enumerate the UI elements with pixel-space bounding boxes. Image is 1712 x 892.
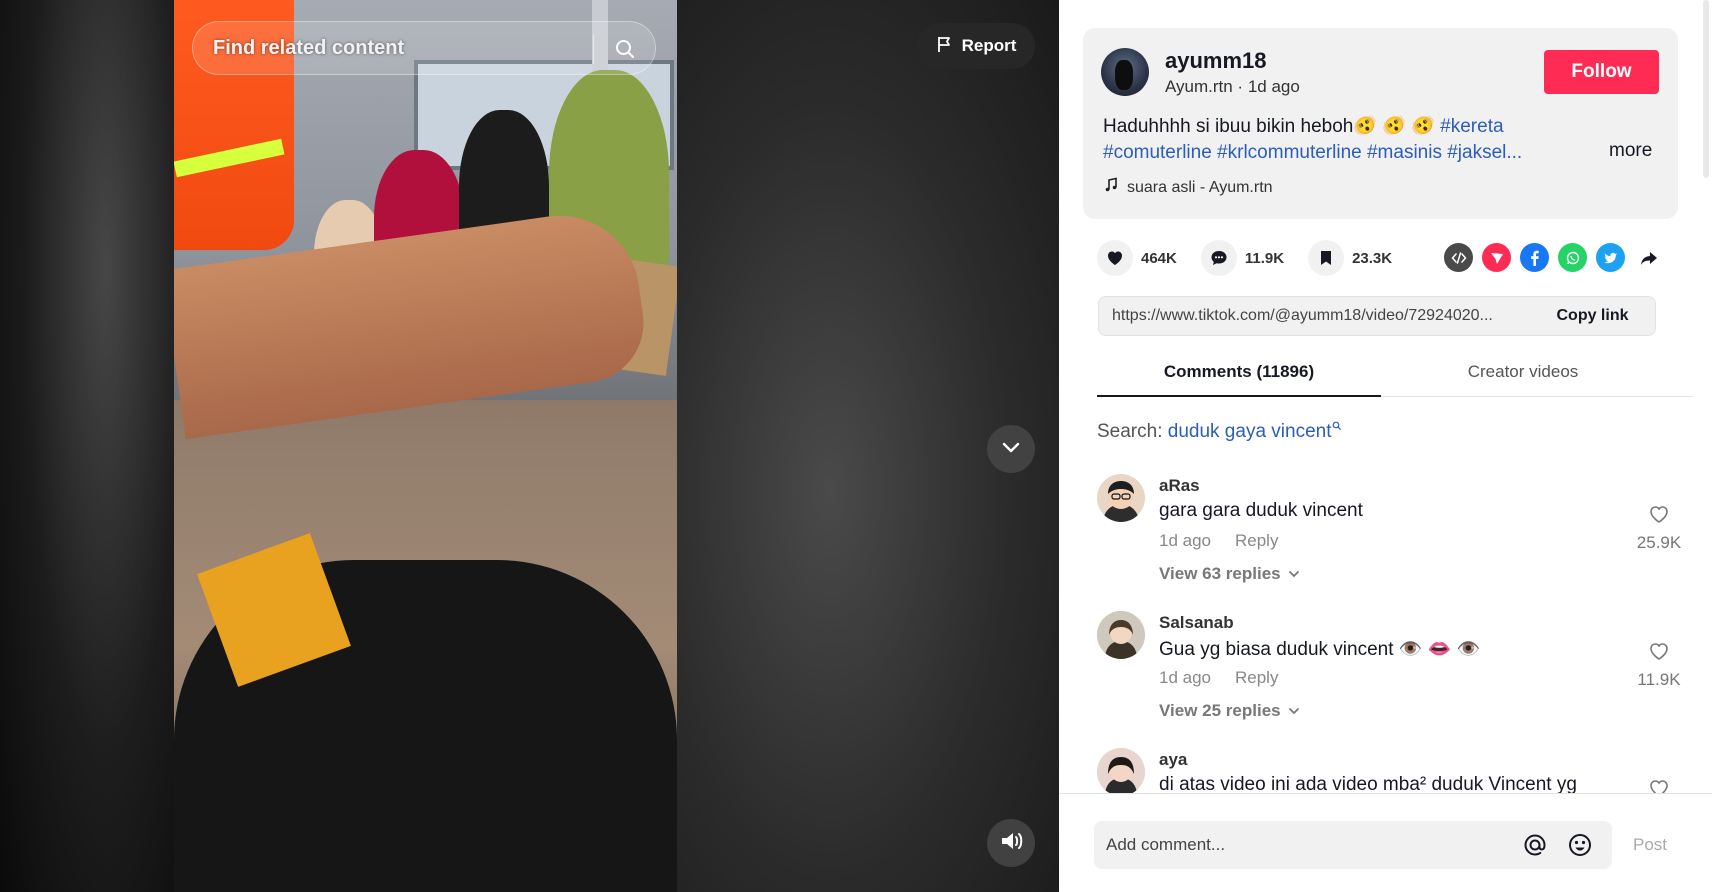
video-frame[interactable] [174,0,677,892]
embed-icon[interactable] [1444,243,1473,272]
comment-item: Salsanab Gua yg biasa duduk vincent 👁️ 👄… [1097,611,1693,721]
search-prefix: Search: [1097,421,1163,442]
comment-like-button[interactable]: 11.9K [1629,639,1689,690]
volume-button[interactable] [987,819,1035,867]
comment-like-count: 25.9K [1636,533,1682,552]
heart-outline-icon [1650,643,1668,660]
avatar[interactable] [1097,474,1145,522]
comment-like-count: 11.9K [1637,670,1681,689]
search-icon [1332,421,1341,431]
like-count: 464K [1141,249,1177,267]
search-query-link[interactable]: duduk gaya vincent [1168,421,1342,442]
author-card: ayumm18 Ayum.rtn · 1d ago Follow Haduhhh… [1083,28,1678,219]
flag-icon [936,35,954,58]
copy-link-button[interactable]: Copy link [1529,297,1656,335]
hashtags-line[interactable]: #comuterline #krlcommuterline #masinis #… [1103,140,1563,166]
send-icon[interactable] [1482,243,1511,272]
like-action[interactable]: 464K [1097,240,1177,276]
report-button[interactable]: Report [917,23,1035,69]
share-row [1444,243,1663,272]
avatar[interactable] [1101,48,1149,96]
comment-time: 1d ago [1159,531,1211,550]
comment-username[interactable]: aRas [1159,476,1200,496]
scrollbar[interactable] [1703,0,1712,180]
facebook-icon[interactable] [1520,243,1549,272]
author-username[interactable]: ayumm18 [1165,48,1267,74]
tabs: Comments (11896) Creator videos [1097,353,1693,397]
action-bar: 464K 11.9K 23.3K [1097,240,1416,276]
share-arrow-icon[interactable] [1634,243,1663,272]
comment-search-suggestion: Search: duduk gaya vincent [1097,421,1342,443]
chevron-down-icon [999,435,1023,464]
heart-outline-icon [1650,506,1668,523]
whatsapp-icon[interactable] [1558,243,1587,272]
follow-button[interactable]: Follow [1544,50,1659,94]
post-button[interactable]: Post [1633,835,1667,855]
next-video-button[interactable] [987,425,1035,473]
related-search-input[interactable]: Find related content [213,37,404,60]
chevron-down-icon [1288,571,1299,578]
share-link-url[interactable]: https://www.tiktok.com/@ayumm18/video/72… [1112,307,1532,325]
heart-outline-icon [1650,780,1668,793]
comment-text: gara gara duduk vincent [1159,500,1363,521]
comment-username[interactable]: Salsanab [1159,613,1234,633]
avatar[interactable] [1097,748,1145,793]
comment-composer: Add comment... Post [1059,793,1712,892]
music-title: suara asli - Ayum.rtn [1127,178,1273,196]
author-subtitle: Ayum.rtn · 1d ago [1165,77,1300,96]
comment-input[interactable]: Add comment... [1094,821,1612,869]
comment-item: aRas gara gara duduk vincent 1d ago Repl… [1097,474,1693,584]
view-replies-button[interactable]: View 25 replies [1159,701,1301,721]
avatar[interactable] [1097,611,1145,659]
hashtag-kereta[interactable]: #kereta [1440,116,1503,137]
twitter-icon[interactable] [1596,243,1625,272]
emoji-icon[interactable] [1566,831,1594,864]
reply-button[interactable]: Reply [1235,531,1278,551]
comment-count: 11.9K [1244,249,1285,267]
details-panel: ayumm18 Ayum.rtn · 1d ago Follow Haduhhh… [1059,0,1712,892]
comment-item: aya di atas video ini ada video mba² dud… [1097,748,1693,793]
save-count: 23.3K [1352,249,1393,267]
comment-time: 1d ago [1159,668,1211,687]
heart-icon[interactable] [1097,240,1133,276]
tab-comments[interactable]: Comments (11896) [1097,353,1381,397]
music-note-icon [1103,177,1119,198]
comment-text: Gua yg biasa duduk vincent 👁️ 👄 👁️ [1159,639,1481,660]
save-action[interactable]: 23.3K [1308,240,1392,276]
search-icon[interactable] [605,32,645,66]
related-search-bar[interactable]: Find related content [192,21,656,75]
comment-username[interactable]: aya [1159,750,1187,770]
share-link-box: https://www.tiktok.com/@ayumm18/video/72… [1098,296,1656,336]
description-text: Haduhhhh si ibuu bikin heboh🫨 🫨 🫨 [1103,116,1441,137]
comment-input-placeholder: Add comment... [1106,835,1226,854]
volume-icon [998,828,1024,859]
video-player[interactable]: Find related content Report [0,0,1059,892]
video-backdrop-left [0,0,175,892]
music-link[interactable]: suara asli - Ayum.rtn [1103,177,1273,198]
comment-like-button[interactable]: 25.9K [1629,502,1689,553]
comment-icon[interactable] [1200,240,1237,276]
view-replies-button[interactable]: View 63 replies [1159,564,1301,584]
tab-creator-videos[interactable]: Creator videos [1381,353,1665,397]
bookmark-icon[interactable] [1308,240,1345,276]
scrollbar-thumb[interactable] [1703,0,1709,178]
comment-like-button[interactable] [1629,776,1689,793]
comment-text: di atas video ini ada video mba² duduk V… [1159,774,1577,793]
video-description: Haduhhhh si ibuu bikin heboh🫨 🫨 🫨 #keret… [1103,114,1563,140]
more-button[interactable]: more [1609,140,1652,162]
chevron-down-icon [1288,708,1299,715]
comment-action[interactable]: 11.9K [1200,240,1285,276]
mention-icon[interactable] [1521,831,1549,864]
report-label: Report [961,36,1017,55]
reply-button[interactable]: Reply [1235,668,1278,688]
